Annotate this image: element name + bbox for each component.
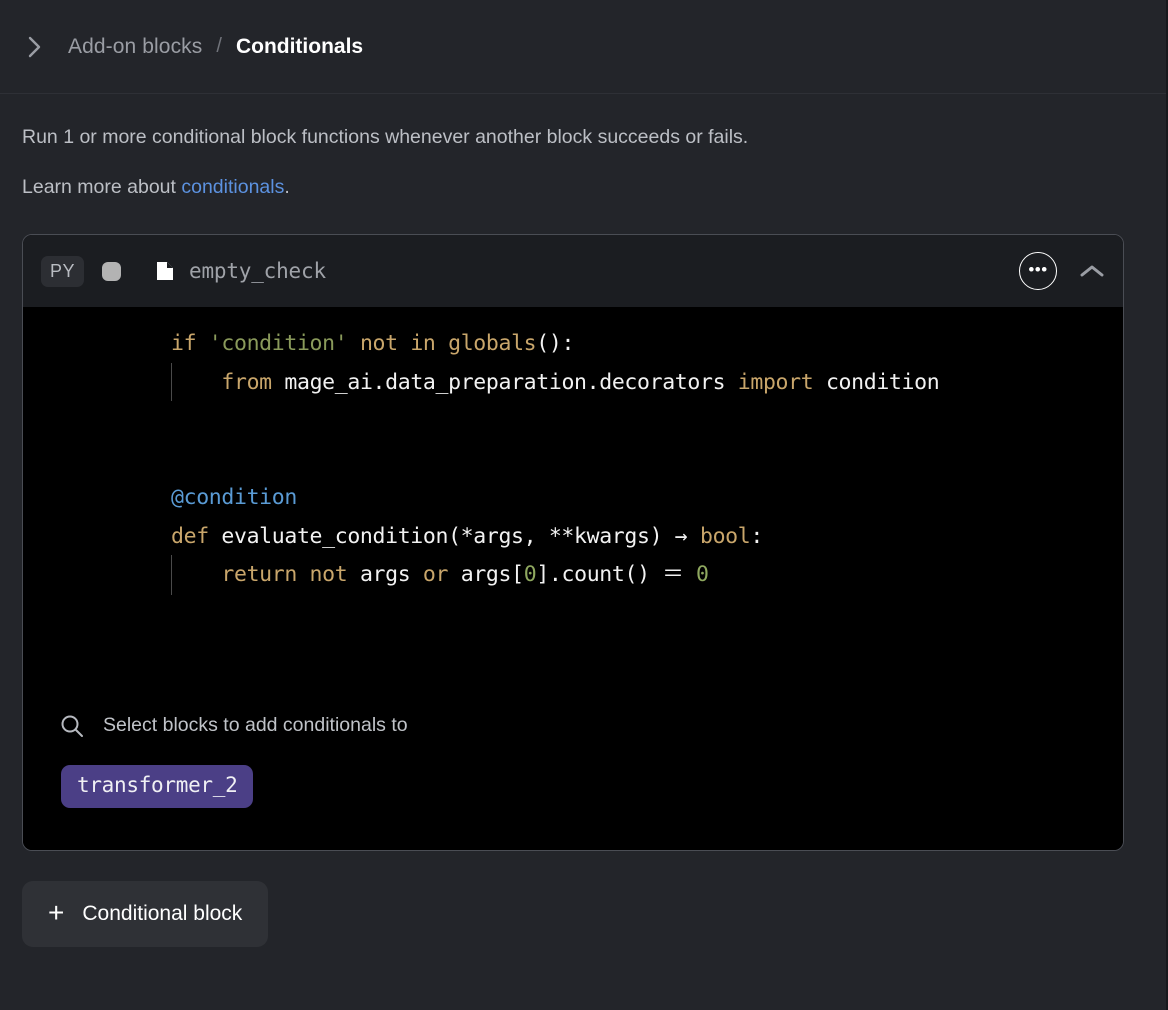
search-input[interactable]: Select blocks to add conditionals to (103, 714, 408, 737)
block-search-row[interactable]: Select blocks to add conditionals to (23, 711, 1123, 741)
footer-actions: + Conditional block (0, 851, 1166, 947)
add-conditional-block-button[interactable]: + Conditional block (22, 880, 269, 947)
indent-guide (171, 555, 172, 595)
code-token: bool (699, 523, 751, 549)
code-token: 0 (523, 562, 537, 587)
description-section: Run 1 or more conditional block function… (0, 94, 1166, 202)
code-token: args[ (460, 562, 524, 587)
code-editor[interactable]: if 'condition' not in globals(): from ma… (23, 307, 1123, 850)
search-icon (59, 713, 85, 739)
code-token: args (359, 562, 423, 587)
block-name[interactable]: empty_check (189, 259, 326, 283)
file-icon (155, 260, 175, 282)
learn-more-suffix: . (284, 176, 290, 198)
breadcrumb-separator: / (216, 35, 222, 57)
selected-blocks-list: transformer_2 (23, 764, 1123, 850)
plus-icon: + (48, 896, 65, 928)
block-header: PY empty_check ••• (23, 235, 1123, 307)
code-token: condition (825, 369, 940, 395)
code-line: return not args or args[0].count() ＝ 0 (171, 562, 709, 587)
breadcrumb-bar: Add-on blocks / Conditionals (0, 0, 1166, 94)
code-line: @condition (171, 485, 297, 510)
code-token: def (171, 523, 222, 549)
language-badge: PY (41, 255, 85, 287)
code-token: return not (221, 562, 360, 587)
code-token: 'condition' (208, 331, 348, 356)
code-token: or (422, 562, 461, 587)
code-line: def evaluate_condition(*args, **kwargs) … (171, 524, 763, 549)
code-token: → (674, 523, 700, 549)
chevron-right-icon[interactable] (22, 34, 48, 60)
conditionals-link[interactable]: conditionals (181, 176, 284, 198)
code-token: ＝ (662, 562, 697, 587)
ellipsis-icon[interactable]: ••• (1019, 252, 1057, 290)
code-token: @condition (171, 485, 297, 510)
code-token: from (221, 369, 285, 395)
description-line-2: Learn more about conditionals. (22, 172, 1144, 202)
conditional-block-card: PY empty_check ••• if 'condition' not in… (22, 234, 1124, 851)
conditionals-page: Add-on blocks / Conditionals Run 1 or mo… (0, 0, 1168, 1010)
page-title: Conditionals (235, 34, 364, 58)
status-square-icon (102, 261, 122, 281)
learn-more-prefix: Learn more about (22, 176, 182, 198)
chevron-up-icon[interactable] (1077, 256, 1107, 286)
add-conditional-block-label: Conditional block (82, 901, 243, 925)
code-line: if 'condition' not in globals(): (171, 331, 574, 356)
code-token: not in (347, 331, 449, 356)
code-token: if (171, 331, 209, 356)
code-token: import (737, 369, 826, 395)
code-token: 0 (696, 562, 709, 587)
code-line: from mage_ai.data_preparation.decorators… (171, 370, 939, 395)
indent-guide (171, 363, 172, 401)
breadcrumb-parent[interactable]: Add-on blocks (68, 35, 202, 59)
code-token: evaluate_condition(*args, **kwargs) (221, 523, 675, 549)
code-token: mage_ai.data_preparation.decorators (284, 369, 738, 395)
selected-block-chip[interactable]: transformer_2 (61, 764, 254, 808)
code-token: globals (448, 331, 537, 356)
code-token: (): (536, 331, 575, 356)
description-line-1: Run 1 or more conditional block function… (22, 126, 749, 148)
code-token: : (750, 523, 763, 549)
code-token: ].count() (536, 562, 663, 587)
code-content[interactable]: if 'condition' not in globals(): from ma… (23, 325, 1123, 595)
